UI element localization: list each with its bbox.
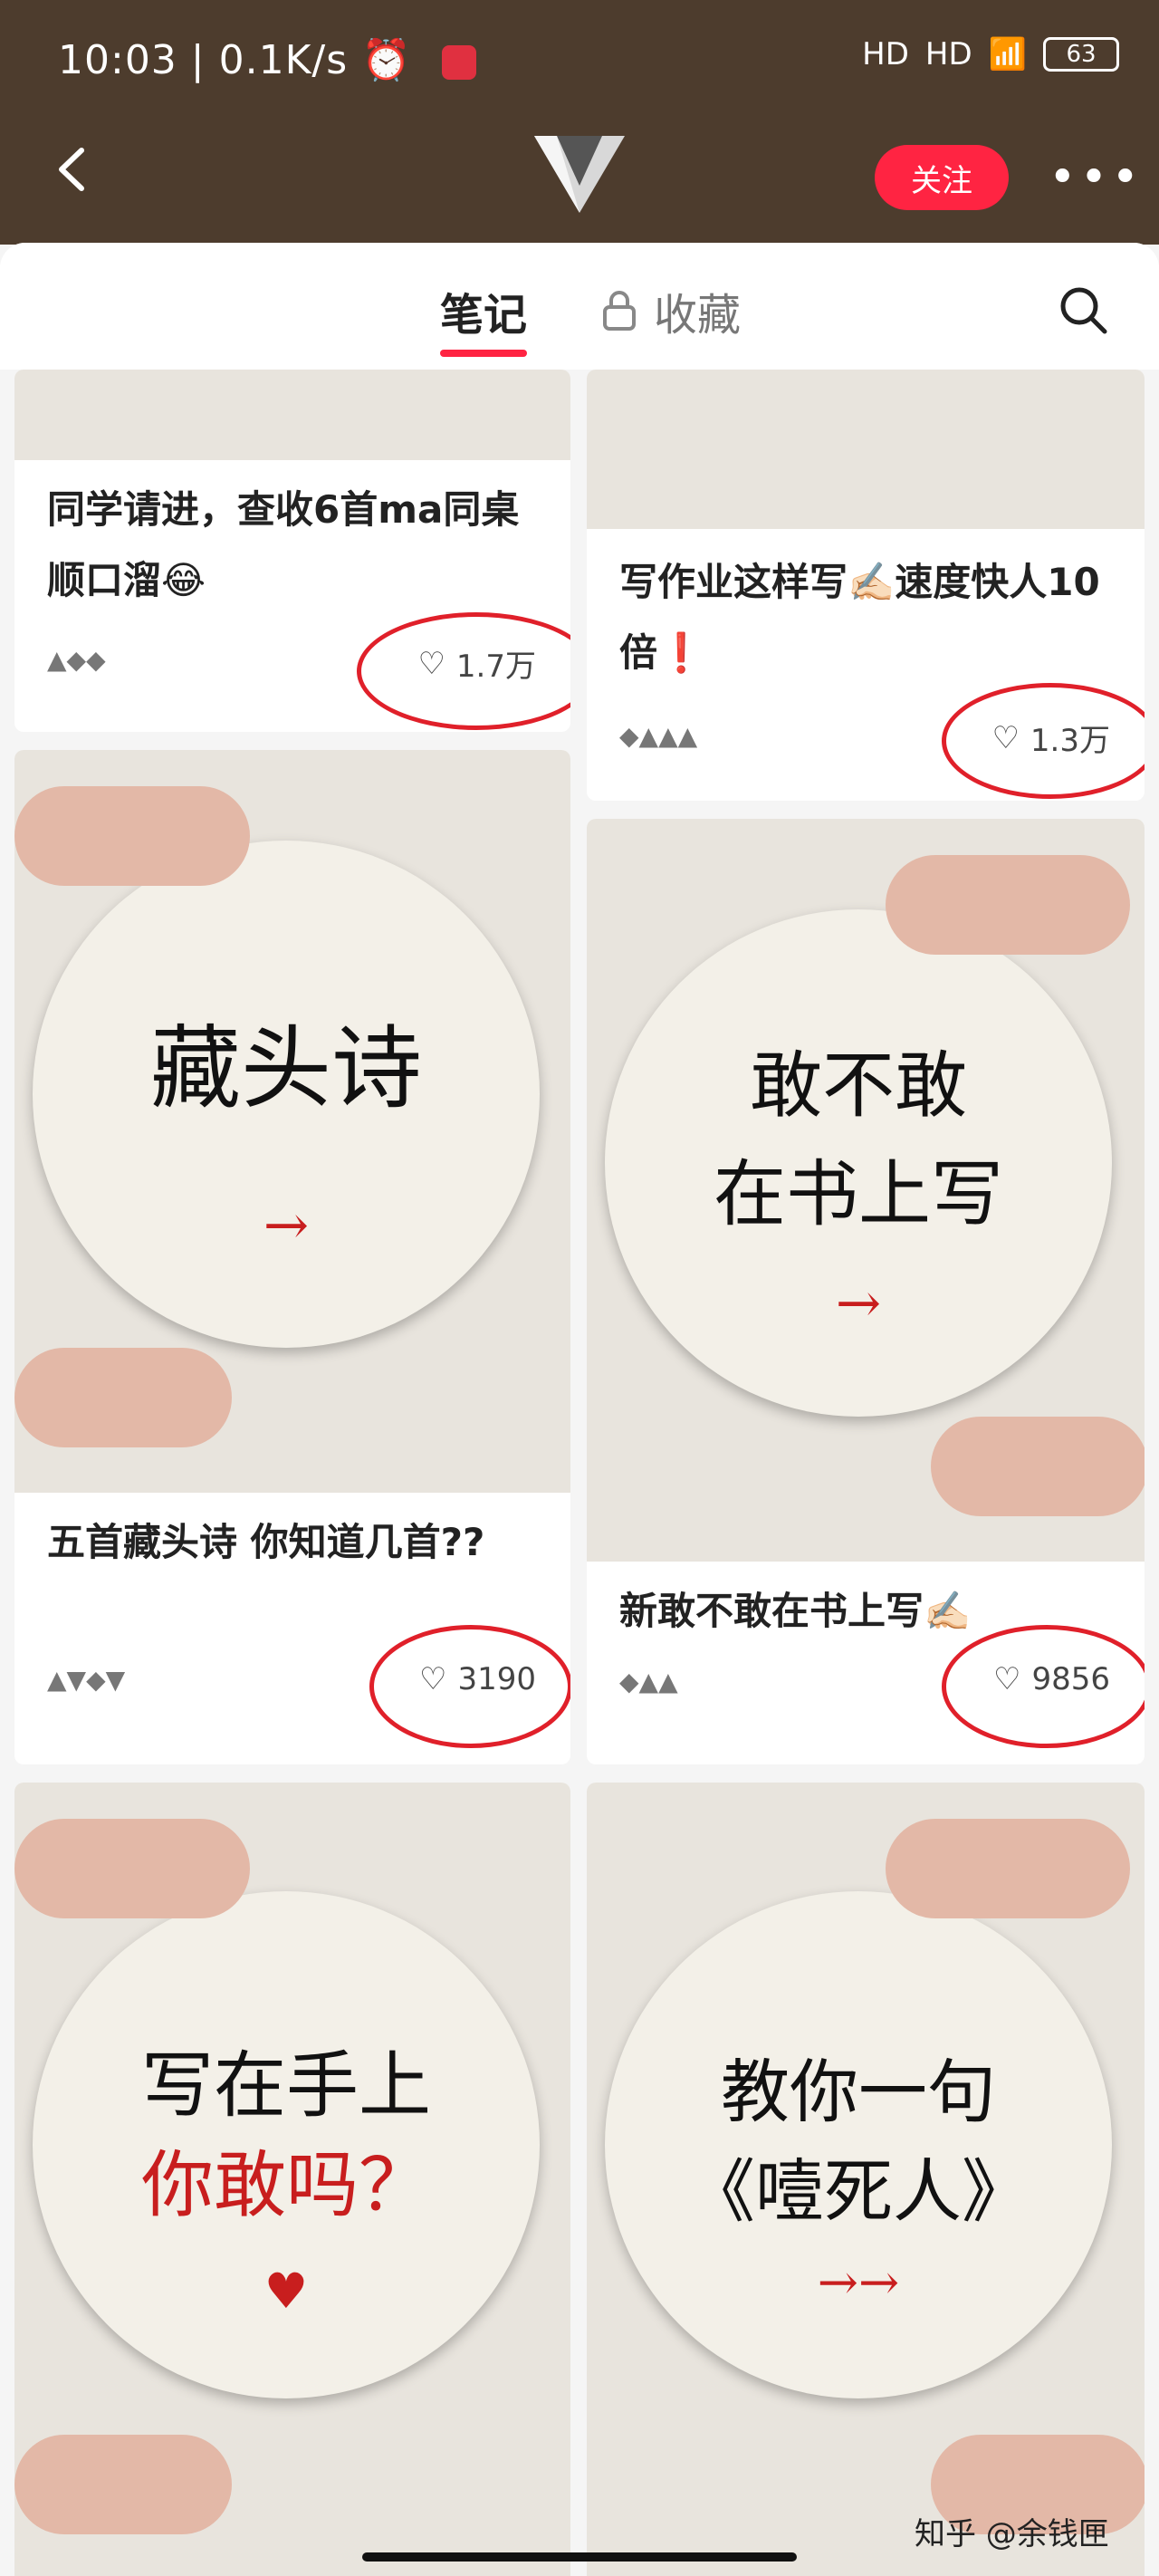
signal-hd-icon: HD (862, 36, 909, 72)
finger (14, 1348, 232, 1447)
note-cover-image: 敢不敢 在书上写 → (587, 819, 1145, 1562)
disk-line1: 教你一句 (721, 2052, 996, 2132)
note-cover-image (587, 370, 1145, 529)
status-bar: 10:03 | 0.1K/s ⏰ (58, 36, 476, 83)
author-avatar: ▲◆◆ (47, 645, 106, 675)
highlight-annotation (942, 1625, 1145, 1748)
author-avatar: ◆▲▲ (619, 1667, 678, 1697)
finger (14, 1819, 250, 1918)
disk-line1: 藏头诗 (150, 1015, 422, 1121)
status-time: 10:03 | 0.1K/s (58, 37, 349, 83)
disk-arrow: → (835, 1272, 882, 1335)
disk-arrow: →→ (817, 2254, 900, 2311)
app-notification-icon (441, 45, 476, 80)
disk-image: 教你一句 《噎死人》 →→ (605, 1891, 1112, 2398)
back-icon[interactable] (49, 145, 98, 194)
disk-line2: 《噎死人》 (686, 2151, 1030, 2232)
signal-hd-icon-2: HD (924, 36, 972, 72)
notes-grid: 同学请进，查收6首ma同桌顺口溜😂 ▲◆◆ ♡ 1.7万 写作业这样写✍🏻速度快… (0, 370, 1159, 2576)
tab-favorites[interactable]: 收藏 (601, 279, 741, 342)
author-avatar: ◆▲▲▲ (619, 721, 698, 751)
lock-icon (603, 291, 636, 331)
watermark: 知乎 @余钱匣 (915, 2516, 1109, 2552)
highlight-annotation (942, 683, 1145, 799)
disk-image: 敢不敢 在书上写 → (605, 909, 1112, 1417)
disk-image: 藏头诗 → (33, 841, 540, 1348)
finger (14, 786, 250, 886)
top-bar: 10:03 | 0.1K/s ⏰ HD HD 📶 63 关注 ••• (0, 0, 1159, 245)
note-card[interactable]: 藏头诗 → 五首藏头诗 你知道几首?? ▲▼◆▼ ♡ 3190 (14, 750, 570, 1764)
finger (14, 2435, 232, 2534)
battery-icon: 63 (1043, 37, 1119, 72)
search-icon[interactable] (1056, 283, 1110, 337)
finger (886, 855, 1130, 955)
tab-notes[interactable]: 笔记 (440, 279, 528, 357)
note-cover-image: 写在手上 你敢吗？ ♥ (14, 1783, 570, 2576)
disk-heart: ♥ (263, 2263, 309, 2320)
content-sheet: 笔记 收藏 同学请进，查收6首ma同桌顺口溜😂 ▲◆◆ ♡ 1.7万 写作业这样… (0, 243, 1159, 2576)
note-card[interactable]: 写作业这样写✍🏻速度快人10倍❗ ◆▲▲▲ ♡ 1.3万 (587, 370, 1145, 801)
note-title: 写作业这样写✍🏻速度快人10倍❗ (619, 560, 1100, 675)
profile-logo (534, 136, 625, 213)
tab-bar: 笔记 收藏 (0, 243, 1159, 370)
highlight-annotation (369, 1625, 570, 1748)
note-title: 五首藏头诗 你知道几首?? (47, 1520, 485, 1564)
disk-line1: 写在手上 (141, 2043, 431, 2128)
alarm-icon: ⏰ (361, 37, 412, 83)
follow-button[interactable]: 关注 (875, 145, 1009, 210)
note-card[interactable]: 教你一句 《噎死人》 →→ (587, 1783, 1145, 2576)
note-card[interactable]: 写在手上 你敢吗？ ♥ (14, 1783, 570, 2576)
highlight-annotation (357, 612, 570, 730)
disk-image: 写在手上 你敢吗？ ♥ (33, 1891, 540, 2398)
tab-favorites-label: 收藏 (654, 290, 742, 341)
more-icon[interactable]: ••• (1049, 154, 1143, 201)
app-root: 10:03 | 0.1K/s ⏰ HD HD 📶 63 关注 ••• 笔记 收藏… (0, 0, 1159, 2576)
note-card[interactable]: 敢不敢 在书上写 → 新敢不敢在书上写✍🏻 ◆▲▲ ♡ 9856 (587, 819, 1145, 1764)
status-icons: HD HD 📶 63 (862, 36, 1119, 72)
disk-line1: 敢不敢 (750, 1043, 967, 1128)
note-card[interactable]: 同学请进，查收6首ma同桌顺口溜😂 ▲◆◆ ♡ 1.7万 (14, 370, 570, 732)
note-cover-image: 教你一句 《噎死人》 →→ (587, 1783, 1145, 2576)
home-indicator[interactable] (362, 2552, 797, 2562)
note-cover-image: 藏头诗 → (14, 750, 570, 1493)
author-avatar: ▲▼◆▼ (47, 1665, 126, 1695)
wifi-icon: 📶 (988, 36, 1027, 72)
finger (886, 1819, 1130, 1918)
finger (931, 1417, 1145, 1516)
disk-arrow: → (263, 1194, 310, 1257)
note-title: 同学请进，查收6首ma同桌顺口溜😂 (47, 487, 520, 602)
disk-line2: 你敢吗？ (141, 2143, 431, 2227)
disk-line2: 在书上写 (714, 1152, 1003, 1236)
note-cover-image (14, 370, 570, 460)
